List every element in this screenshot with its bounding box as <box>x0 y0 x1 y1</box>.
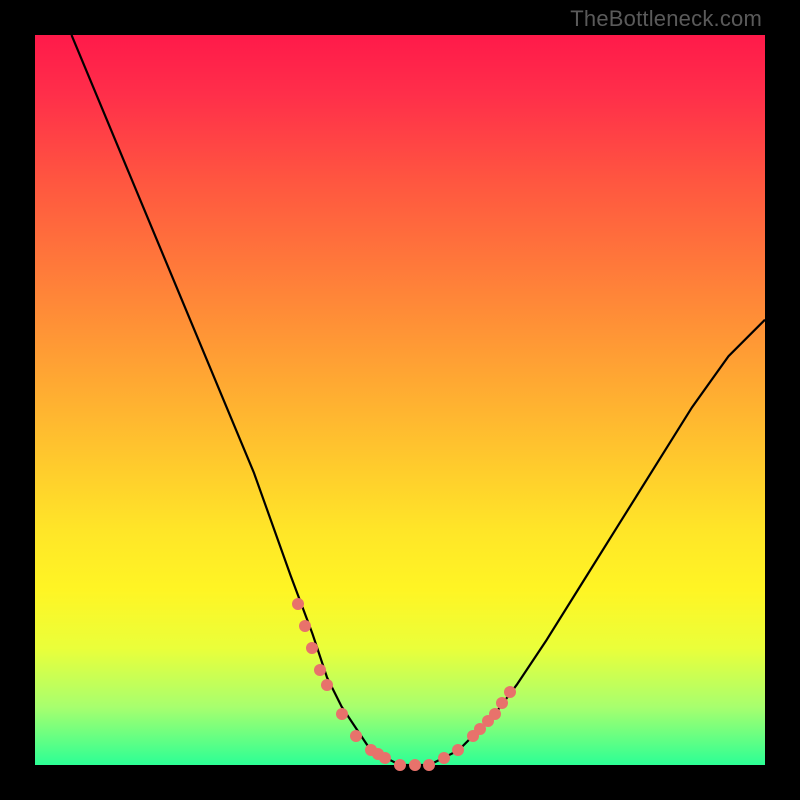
highlight-dot <box>504 686 516 698</box>
highlight-dot <box>292 598 304 610</box>
highlight-dots-layer <box>35 35 765 765</box>
highlight-dot <box>321 679 333 691</box>
highlight-dot <box>496 697 508 709</box>
chart-plot-area <box>35 35 765 765</box>
highlight-dot <box>423 759 435 771</box>
highlight-dot <box>394 759 406 771</box>
highlight-dot <box>306 642 318 654</box>
highlight-dot <box>314 664 326 676</box>
highlight-dot <box>452 744 464 756</box>
highlight-dot <box>350 730 362 742</box>
highlight-dot <box>489 708 501 720</box>
highlight-dot <box>379 752 391 764</box>
highlight-dot <box>438 752 450 764</box>
watermark: TheBottleneck.com <box>570 6 762 32</box>
highlight-dot <box>336 708 348 720</box>
highlight-dot <box>299 620 311 632</box>
highlight-dot <box>409 759 421 771</box>
